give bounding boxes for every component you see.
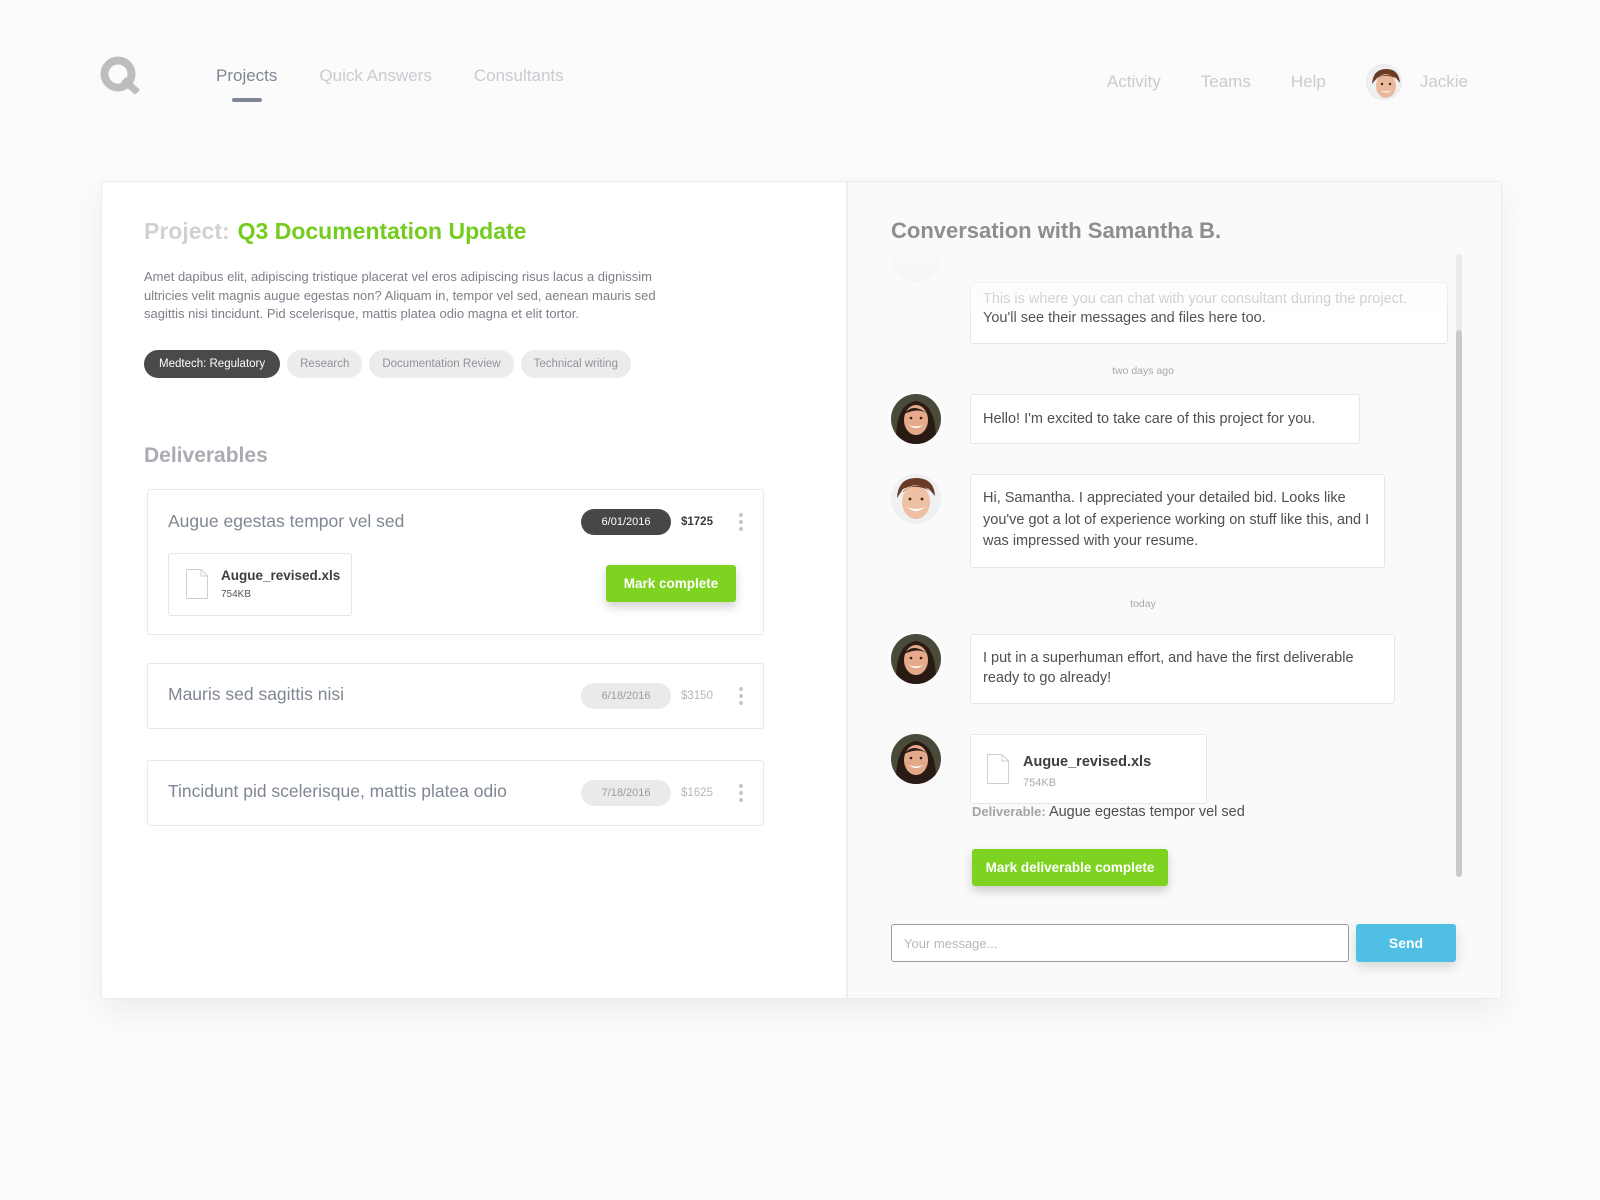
deliverables-heading: Deliverables [144,444,268,467]
timestamp: today [1130,598,1156,610]
deliverable-title[interactable]: Augue egestas tempor vel sed [168,511,404,532]
more-options-icon[interactable] [733,687,749,705]
user-name[interactable]: Jackie [1420,70,1468,94]
user-menu[interactable]: Jackie [1365,64,1468,100]
project-title: Project: Q3 Documentation Update [144,218,526,245]
scrollbar-thumb[interactable] [1456,330,1462,877]
project-description: Amet dapibus elit, adipiscing tristique … [144,269,656,321]
consultant-avatar[interactable] [891,634,941,684]
deliverable-reference-name: Augue egestas tempor vel sed [1048,804,1245,820]
project-label: Project: [144,218,230,244]
tag-technical-writing[interactable]: Technical writing [520,350,631,378]
intro-line-2: You'll see their messages and files here… [983,310,1266,326]
conversation-title: Conversation with Samantha B. [891,218,1222,243]
deliverable-card[interactable]: Mauris sed sagittis nisi 6/18/2016 $3150 [147,663,764,729]
user-avatar[interactable] [891,474,941,524]
user-avatar[interactable] [1365,64,1402,100]
deliverable-price: $3150 [681,690,713,702]
deliverable-date: 6/18/2016 [581,683,671,709]
project-card: Project: Q3 Documentation Update Amet dap… [101,181,1502,999]
intro-line-1: This is where you can chat with your con… [983,291,1407,307]
consultant-avatar[interactable] [891,394,941,444]
deliverable-card[interactable]: Augue egestas tempor vel sed 6/01/2016 $… [147,489,764,635]
file-name: Augue_revised.xls [1023,754,1152,770]
nav-consultants[interactable]: Consultants [474,64,564,88]
nav-activity[interactable]: Activity [1107,70,1161,94]
system-avatar [891,248,941,282]
primary-nav: Projects Quick Answers Consultants [216,64,564,88]
send-button[interactable]: Send [1356,924,1456,962]
conversation-panel: Conversation with Samantha B. This is wh… [848,182,1501,998]
deliverable-meta: 6/18/2016 $3150 [581,683,749,709]
deliverable-title[interactable]: Mauris sed sagittis nisi [168,684,344,705]
mark-complete-button[interactable]: Mark complete [606,565,736,602]
deliverable-date: 6/01/2016 [581,509,671,535]
deliverable-date: 7/18/2016 [581,780,671,806]
message-bubble: Hi, Samantha. I appreciated your detaile… [970,474,1385,568]
chat-attachment-file[interactable]: Augue_revised.xls 754KB [970,734,1207,804]
deliverable-price: $1725 [681,516,713,528]
more-options-icon[interactable] [733,784,749,802]
deliverable-reference-label: Deliverable: [972,804,1046,819]
intro-message: This is where you can chat with your con… [970,282,1448,344]
consultant-avatar[interactable] [891,734,941,784]
logo-icon[interactable] [100,56,140,95]
scrollbar[interactable] [1456,254,1462,877]
file-icon [186,569,208,599]
mark-deliverable-complete-button[interactable]: Mark deliverable complete [972,849,1168,886]
file-size: 754KB [1023,777,1057,789]
deliverable-meta: 6/01/2016 $1725 [581,509,749,535]
tag-research[interactable]: Research [287,350,363,378]
file-name: Augue_revised.xls [221,568,341,583]
tag-documentation-review[interactable]: Documentation Review [369,350,514,378]
secondary-nav: Activity Teams Help Jackie [1107,64,1468,100]
tag-medtech-regulatory[interactable]: Medtech: Regulatory [144,350,281,378]
nav-quick-answers[interactable]: Quick Answers [319,64,431,88]
deliverable-card[interactable]: Tincidunt pid scelerisque, mattis platea… [147,760,764,826]
message-bubble: I put in a superhuman effort, and have t… [970,634,1395,704]
file-size: 754KB [221,589,252,600]
project-panel: Project: Q3 Documentation Update Amet dap… [102,182,848,998]
tag-list: Medtech: Regulatory Research Documentati… [144,350,631,378]
attachment-file[interactable]: Augue_revised.xls 754KB [168,553,352,616]
nav-teams[interactable]: Teams [1201,70,1251,94]
message-input[interactable] [891,924,1349,962]
deliverable-reference: Deliverable: Augue egestas tempor vel se… [972,804,1245,820]
deliverable-price: $1625 [681,787,713,799]
file-icon [987,754,1009,784]
nav-help[interactable]: Help [1291,70,1326,94]
message-bubble: Hello! I'm excited to take care of this … [970,394,1360,444]
more-options-icon[interactable] [733,513,749,531]
timestamp: two days ago [1112,365,1174,377]
project-name: Q3 Documentation Update [237,218,527,244]
nav-projects[interactable]: Projects [216,64,277,88]
deliverable-title[interactable]: Tincidunt pid scelerisque, mattis platea… [168,781,507,802]
deliverable-meta: 7/18/2016 $1625 [581,780,749,806]
